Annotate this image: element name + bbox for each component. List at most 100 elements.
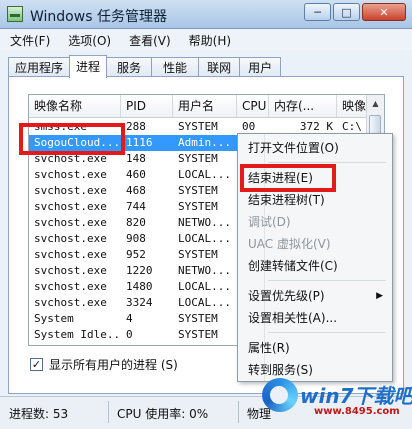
cell-pid: 4 bbox=[126, 312, 133, 325]
menu-bar: 文件(F) 选项(O) 查看(V) 帮助(H) bbox=[0, 29, 412, 51]
context-menu-item-label: UAC 虚拟化(V) bbox=[248, 237, 331, 251]
context-menu-item-label: 打开文件位置(O) bbox=[248, 141, 339, 155]
context-menu-item: UAC 虚拟化(V) bbox=[238, 233, 392, 255]
cell-pid: 148 bbox=[126, 152, 146, 165]
cell-pid: 460 bbox=[126, 168, 146, 181]
cell-pid: 0 bbox=[126, 328, 133, 341]
cell-image-name: svchost.exe bbox=[34, 200, 107, 213]
column-header-description[interactable]: 映像 bbox=[337, 95, 369, 117]
cell-user: LOCAL... bbox=[178, 168, 231, 181]
cell-user: SYSTEM bbox=[178, 120, 218, 133]
cell-user: SYSTEM bbox=[178, 312, 218, 325]
task-manager-window: Windows 任务管理器 ─ □ ✕ 文件(F) 选项(O) 查看(V) 帮助… bbox=[0, 0, 412, 429]
status-process-count: 进程数: 53 bbox=[9, 407, 69, 421]
cell-pid: 820 bbox=[126, 216, 146, 229]
watermark: win7下载吧 www.8495.com bbox=[262, 372, 412, 424]
cell-image-name: svchost.exe bbox=[34, 232, 107, 245]
column-header-row: 映像名称 PID 用户名 CPU 内存(... 映像 bbox=[29, 95, 384, 118]
window-controls: ─ □ ✕ bbox=[302, 3, 406, 23]
menu-help[interactable]: 帮助(H) bbox=[179, 32, 239, 49]
cell-user: SYSTEM bbox=[178, 152, 218, 165]
tab-performance[interactable]: 性能 bbox=[151, 57, 200, 77]
context-menu-item-label: 结束进程树(T) bbox=[248, 193, 325, 207]
status-cpu-usage: CPU 使用率: 0% bbox=[117, 407, 209, 421]
menu-separator bbox=[268, 280, 386, 281]
menu-separator bbox=[268, 332, 386, 333]
cell-pid: 288 bbox=[126, 120, 146, 133]
context-menu-item[interactable]: 结束进程树(T) bbox=[238, 189, 392, 211]
close-button[interactable]: ✕ bbox=[362, 3, 406, 21]
column-header-user[interactable]: 用户名 bbox=[173, 95, 237, 117]
column-header-cpu[interactable]: CPU bbox=[237, 95, 269, 117]
context-menu-item-label: 创建转储文件(C) bbox=[248, 259, 338, 273]
menu-separator bbox=[268, 162, 386, 163]
context-menu-item[interactable]: 打开文件位置(O) bbox=[238, 137, 392, 159]
cell-image-name: svchost.exe bbox=[34, 264, 107, 277]
context-menu-item-label: 调试(D) bbox=[248, 215, 291, 229]
tab-users[interactable]: 用户 bbox=[239, 57, 282, 77]
context-menu-item[interactable]: 属性(R) bbox=[238, 337, 392, 359]
window-title: Windows 任务管理器 bbox=[30, 9, 167, 25]
menu-file[interactable]: 文件(F) bbox=[0, 32, 58, 49]
column-header-pid[interactable]: PID bbox=[121, 95, 173, 117]
watermark-logo-icon bbox=[262, 378, 298, 412]
cell-user: NETWO... bbox=[178, 216, 231, 229]
context-menu-item-label: 属性(R) bbox=[248, 341, 290, 355]
cell-user: LOCAL... bbox=[178, 232, 231, 245]
cell-user: LOCAL... bbox=[178, 280, 231, 293]
context-menu-item-label: 设置优先级(P) bbox=[248, 289, 325, 303]
cell-image-name: svchost.exe bbox=[34, 168, 107, 181]
cell-user: SYSTEM bbox=[178, 328, 218, 341]
cell-user: NETWO... bbox=[178, 264, 231, 277]
cell-pid: 1116 bbox=[126, 136, 153, 149]
maximize-button[interactable]: □ bbox=[333, 3, 360, 21]
context-menu-item[interactable]: 创建转储文件(C) bbox=[238, 255, 392, 277]
highlight-box-end-process bbox=[240, 164, 336, 192]
tab-strip: 应用程序 进程 服务 性能 联网 用户 bbox=[8, 55, 282, 78]
cell-pid: 1220 bbox=[126, 264, 153, 277]
cell-user: SYSTEM bbox=[178, 200, 218, 213]
cell-image-name: System Idle... bbox=[34, 328, 121, 341]
cell-user: Admin... bbox=[178, 136, 231, 149]
cell-pid: 3324 bbox=[126, 296, 153, 309]
show-all-users-label: 显示所有用户的进程 (S) bbox=[49, 358, 178, 372]
cell-image-name: svchost.exe bbox=[34, 280, 107, 293]
cell-pid: 468 bbox=[126, 184, 146, 197]
title-bar[interactable]: Windows 任务管理器 ─ □ ✕ bbox=[0, 0, 412, 29]
minimize-button[interactable]: ─ bbox=[304, 3, 331, 21]
cell-pid: 1480 bbox=[126, 280, 153, 293]
watermark-url: www.8495.com bbox=[314, 406, 400, 417]
cell-image-name: svchost.exe bbox=[34, 248, 107, 261]
cell-user: SYSTEM bbox=[178, 248, 218, 261]
watermark-brand: win7下载吧 bbox=[300, 384, 412, 408]
cell-image-name: System bbox=[34, 312, 74, 325]
tab-networking[interactable]: 联网 bbox=[198, 57, 241, 77]
menu-view[interactable]: 查看(V) bbox=[119, 32, 179, 49]
scroll-up-icon[interactable]: ▲ bbox=[367, 95, 384, 112]
column-header-image-name[interactable]: 映像名称 bbox=[29, 95, 121, 117]
cell-pid: 744 bbox=[126, 200, 146, 213]
cell-user: SYSTEM bbox=[178, 184, 218, 197]
status-divider bbox=[238, 401, 239, 423]
context-menu-item[interactable]: 设置相关性(A)... bbox=[238, 307, 392, 329]
cell-pid: 908 bbox=[126, 232, 146, 245]
cell-pid: 952 bbox=[126, 248, 146, 261]
status-divider bbox=[108, 401, 109, 423]
menu-options[interactable]: 选项(O) bbox=[58, 32, 119, 49]
context-menu-item[interactable]: 设置优先级(P) ▶ bbox=[238, 285, 392, 307]
tab-services[interactable]: 服务 bbox=[106, 57, 153, 77]
highlight-box-selected-process bbox=[19, 123, 125, 155]
cell-image-name: svchost.exe bbox=[34, 216, 107, 229]
tab-processes[interactable]: 进程 bbox=[69, 55, 108, 78]
cell-image-name: svchost.exe bbox=[34, 296, 107, 309]
show-all-users-checkbox[interactable]: ✓ bbox=[30, 358, 43, 371]
cell-image-name: svchost.exe bbox=[34, 184, 107, 197]
task-manager-icon bbox=[7, 6, 23, 22]
tab-applications[interactable]: 应用程序 bbox=[8, 57, 71, 77]
show-all-users-option[interactable]: ✓ 显示所有用户的进程 (S) bbox=[30, 356, 178, 373]
submenu-arrow-icon: ▶ bbox=[376, 291, 383, 301]
context-menu-item: 调试(D) bbox=[238, 211, 392, 233]
column-header-memory[interactable]: 内存(... bbox=[269, 95, 337, 117]
context-menu-item-label: 设置相关性(A)... bbox=[248, 311, 338, 325]
cell-user: LOCAL... bbox=[178, 296, 231, 309]
